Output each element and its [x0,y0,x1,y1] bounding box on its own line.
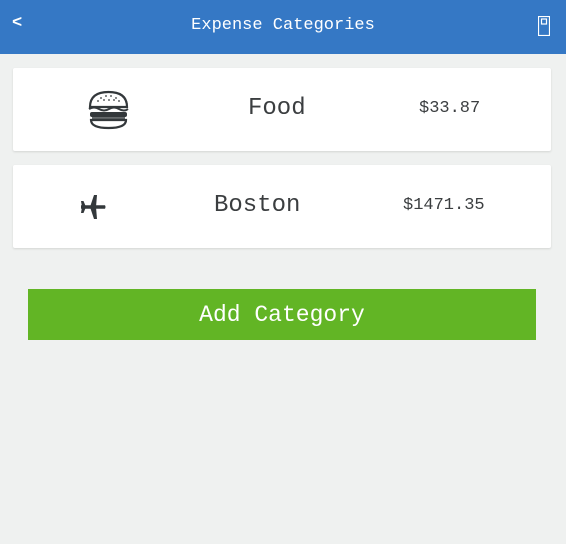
category-amount: $1471.35 [403,196,485,215]
page-title: Expense Categories [191,16,375,35]
device-icon[interactable] [538,16,550,36]
app-header: < Expense Categories [0,0,566,54]
airplane-icon [81,195,106,219]
add-category-button[interactable]: Add Category [28,289,536,340]
category-name: Food [248,95,306,122]
category-amount: $33.87 [419,99,481,118]
category-card-boston[interactable]: Boston $1471.35 [13,165,551,248]
category-card-food[interactable]: Food $33.87 [13,68,551,151]
category-name: Boston [214,192,301,219]
burger-icon [88,90,129,130]
